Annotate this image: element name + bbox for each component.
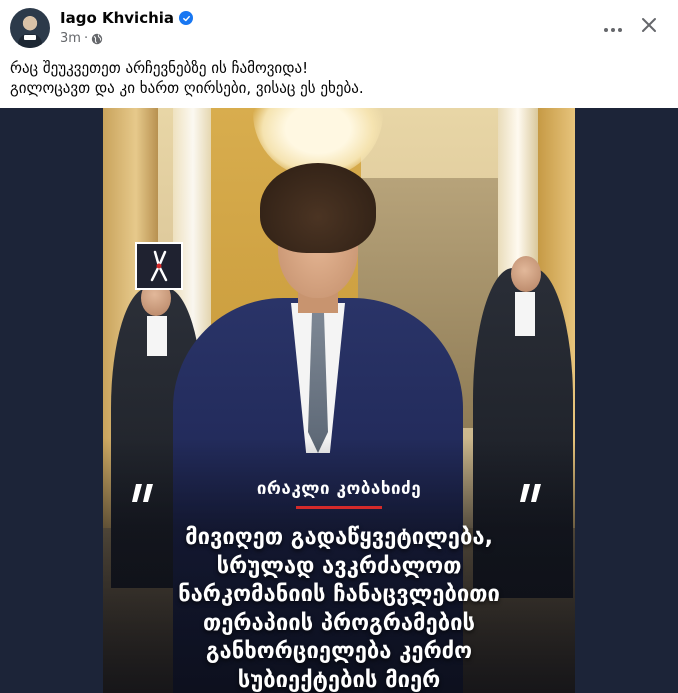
- channel-logo: [135, 242, 183, 290]
- globe-icon[interactable]: [91, 33, 103, 45]
- quote-line: სრულად ავკრძალოთ: [216, 553, 462, 579]
- quote-line: მივიღეთ გადაწყვეტილება,: [185, 525, 493, 550]
- post-text-line-2: გილოცავთ და კი ხართ ღირსები, ვისაც ეს ეხ…: [10, 79, 364, 97]
- more-options-button[interactable]: [596, 12, 630, 42]
- quote-mark-left-icon: [131, 482, 157, 504]
- verified-badge-icon: [179, 11, 194, 25]
- close-button[interactable]: [632, 12, 666, 42]
- more-horizontal-icon: [603, 18, 623, 37]
- person-hair: [260, 163, 376, 253]
- post-media[interactable]: ირაკლი კობახიძე მივიღეთ გადაწყვეტილება, …: [0, 108, 678, 693]
- author-name[interactable]: Iago Khvichia: [60, 9, 174, 27]
- post-text: რაც შეუკვეთეთ არჩევნებზე ის ჩამოვიდა! გი…: [10, 58, 670, 98]
- quote-text: მივიღეთ გადაწყვეტილება, სრულად ავკრძალოთ…: [103, 524, 575, 693]
- quote-line: სუბიექტების მიერ: [237, 667, 441, 693]
- author-avatar[interactable]: [10, 8, 50, 48]
- quote-line: თერაპიის პროგრამების: [202, 610, 476, 636]
- quote-mark-right-icon: [519, 482, 545, 504]
- quote-line: ნარკომანიის ჩანაცვლებითი: [178, 582, 500, 607]
- avatar-badge: [24, 35, 36, 40]
- meta-separator: ·: [83, 31, 89, 46]
- close-icon: [641, 17, 657, 37]
- author-row: Iago Khvichia: [60, 9, 194, 27]
- post-timestamp[interactable]: 3m: [60, 31, 81, 46]
- post-text-line-1: რაც შეუკვეთეთ არჩევნებზე ის ჩამოვიდა!: [10, 59, 309, 77]
- speaker-name: ირაკლი კობახიძე: [256, 479, 422, 499]
- accent-underline: [296, 506, 382, 509]
- post-header: Iago Khvichia 3m ·: [0, 0, 678, 56]
- person-head: [511, 256, 541, 292]
- shirt-collar: [515, 292, 535, 336]
- post-meta: 3m ·: [60, 31, 103, 46]
- quote-line: განხორციელება კერძო: [205, 639, 473, 664]
